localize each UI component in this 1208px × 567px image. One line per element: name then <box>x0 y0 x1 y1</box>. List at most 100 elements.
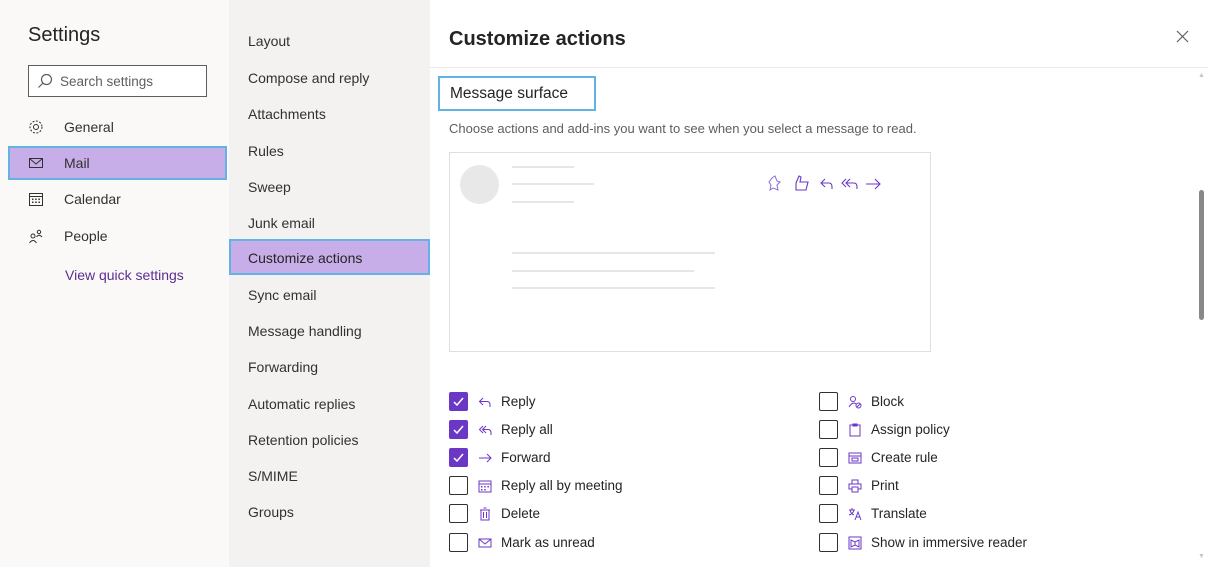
mid-item-customize-actions[interactable]: Customize actions <box>229 239 430 275</box>
option-translate[interactable]: Translate <box>819 504 927 523</box>
option-label: Show in immersive reader <box>871 535 1028 550</box>
print-icon <box>847 478 863 494</box>
option-label: Mark as unread <box>501 535 595 550</box>
option-create-rule[interactable]: Create rule <box>819 448 938 467</box>
mid-item-compose-and-reply[interactable]: Compose and reply <box>248 70 369 86</box>
view-quick-settings-link[interactable]: View quick settings <box>65 267 184 283</box>
checkmark-icon <box>453 397 464 407</box>
option-label: Assign policy <box>871 422 950 437</box>
mid-item-rules[interactable]: Rules <box>248 143 284 159</box>
option-block[interactable]: Block <box>819 392 904 411</box>
trash-icon <box>477 506 493 522</box>
option-label: Reply all <box>501 422 553 437</box>
nav-item-label: People <box>64 228 108 244</box>
mail-settings-nav: Layout Compose and reply Attachments Rul… <box>229 0 430 567</box>
option-label: Translate <box>871 506 927 521</box>
search-icon <box>38 73 53 88</box>
scrollbar-thumb[interactable] <box>1199 190 1204 320</box>
nav-item-people[interactable]: People <box>28 228 108 244</box>
checkbox-unchecked[interactable] <box>819 533 838 552</box>
immersive-reader-icon <box>847 535 863 551</box>
preview-action-icons <box>768 175 881 192</box>
nav-item-general[interactable]: General <box>28 119 114 135</box>
preview-line <box>512 166 574 168</box>
mail-icon <box>28 155 44 171</box>
option-label: Reply <box>501 394 536 409</box>
scroll-up-icon[interactable]: ▲ <box>1198 72 1205 79</box>
option-forward[interactable]: Forward <box>449 448 551 467</box>
settings-title: Settings <box>28 24 101 46</box>
calendar-icon <box>28 191 44 207</box>
option-label: Forward <box>501 450 551 465</box>
checkbox-checked[interactable] <box>449 448 468 467</box>
mid-item-retention-policies[interactable]: Retention policies <box>248 432 359 448</box>
checkbox-checked[interactable] <box>449 392 468 411</box>
reply-icon <box>820 178 833 189</box>
preview-line <box>512 252 715 254</box>
checkbox-unchecked[interactable] <box>449 504 468 523</box>
option-reply-all[interactable]: Reply all <box>449 420 553 439</box>
block-person-icon <box>847 394 863 410</box>
mail-icon <box>477 535 493 551</box>
option-print[interactable]: Print <box>819 476 899 495</box>
addin-icon <box>768 175 781 192</box>
mid-item-groups[interactable]: Groups <box>248 504 294 520</box>
checkmark-icon <box>453 425 464 435</box>
mid-item-label: Customize actions <box>248 250 363 266</box>
message-surface-preview <box>449 152 931 352</box>
nav-item-calendar[interactable]: Calendar <box>28 191 121 207</box>
avatar-placeholder <box>460 165 499 204</box>
mid-item-automatic-replies[interactable]: Automatic replies <box>248 396 355 412</box>
mid-item-message-handling[interactable]: Message handling <box>248 323 362 339</box>
checkbox-unchecked[interactable] <box>819 448 838 467</box>
mid-item-forwarding[interactable]: Forwarding <box>248 359 318 375</box>
checkbox-unchecked[interactable] <box>449 533 468 552</box>
mid-item-sync-email[interactable]: Sync email <box>248 287 316 303</box>
mid-item-attachments[interactable]: Attachments <box>248 106 326 122</box>
preview-line <box>512 183 594 185</box>
mid-item-smime[interactable]: S/MIME <box>248 468 298 484</box>
preview-line <box>512 270 694 272</box>
nav-item-label: General <box>64 119 114 135</box>
reply-icon <box>477 394 493 410</box>
nav-item-mail[interactable]: Mail <box>28 155 90 171</box>
mid-item-junk-email[interactable]: Junk email <box>248 215 315 231</box>
forward-icon <box>477 450 493 466</box>
checkbox-unchecked[interactable] <box>819 504 838 523</box>
nav-item-label: Calendar <box>64 191 121 207</box>
mid-item-sweep[interactable]: Sweep <box>248 179 291 195</box>
option-label: Print <box>871 478 899 493</box>
option-reply-all-by-meeting[interactable]: Reply all by meeting <box>449 476 623 495</box>
preview-line <box>512 287 715 289</box>
checkbox-unchecked[interactable] <box>819 476 838 495</box>
close-button[interactable] <box>1171 25 1193 47</box>
section-title: Message surface <box>438 76 596 111</box>
scroll-down-icon[interactable]: ▼ <box>1198 553 1205 560</box>
calendar-icon <box>477 478 493 494</box>
checkbox-unchecked[interactable] <box>819 420 838 439</box>
settings-nav-pane: Settings Search settings General Mail Ca… <box>0 0 229 567</box>
option-reply[interactable]: Reply <box>449 392 536 411</box>
search-settings-input[interactable]: Search settings <box>28 65 207 97</box>
mid-item-layout[interactable]: Layout <box>248 33 290 49</box>
option-label: Reply all by meeting <box>501 478 623 493</box>
nav-item-label: Mail <box>64 155 90 171</box>
checkbox-unchecked[interactable] <box>819 392 838 411</box>
checkbox-unchecked[interactable] <box>449 476 468 495</box>
option-mark-as-unread[interactable]: Mark as unread <box>449 533 595 552</box>
option-show-in-immersive-reader[interactable]: Show in immersive reader <box>819 533 1027 552</box>
option-delete[interactable]: Delete <box>449 504 540 523</box>
header-divider <box>430 67 1208 68</box>
option-label: Create rule <box>871 450 938 465</box>
customize-actions-pane: Customize actions Message surface Choose… <box>430 0 1208 567</box>
translate-icon <box>847 506 863 522</box>
gear-icon <box>28 119 44 135</box>
search-placeholder: Search settings <box>60 73 154 89</box>
option-assign-policy[interactable]: Assign policy <box>819 420 950 439</box>
reply-all-icon <box>477 422 493 438</box>
close-icon <box>1176 30 1189 43</box>
option-label: Block <box>871 394 905 409</box>
rule-icon <box>847 450 863 466</box>
policy-icon <box>847 422 863 438</box>
checkbox-checked[interactable] <box>449 420 468 439</box>
